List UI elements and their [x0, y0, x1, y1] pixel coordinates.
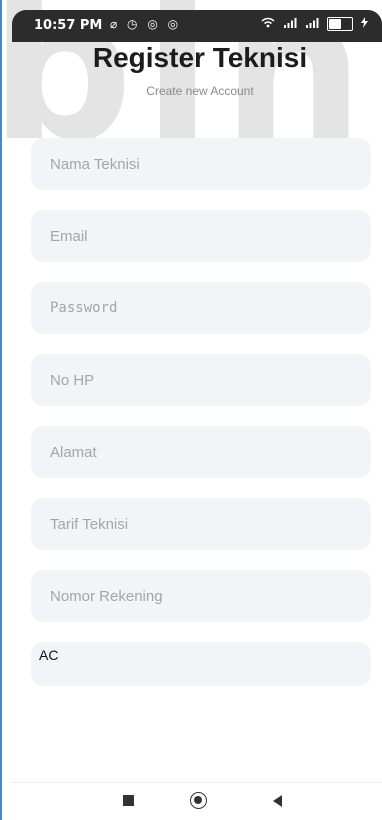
nomor-rekening-field[interactable]: Nomor Rekening: [31, 570, 371, 622]
back-triangle-icon[interactable]: [273, 795, 282, 807]
home-circle-icon[interactable]: [190, 792, 207, 809]
tarif-teknisi-placeholder: Tarif Teknisi: [50, 515, 129, 533]
app-screen: bina 10:57 PM ⌀ ◷ ◎ ◎: [0, 0, 382, 820]
email-field[interactable]: Email: [31, 210, 371, 262]
alamat-placeholder: Alamat: [50, 443, 97, 461]
nomor-rekening-placeholder: Nomor Rekening: [50, 587, 163, 605]
left-edge-border: [0, 0, 2, 820]
navigation-bar: [10, 782, 382, 820]
page-title: Register Teknisi: [92, 42, 308, 73]
battery-level: [329, 19, 341, 29]
password-placeholder: Password: [50, 300, 118, 316]
no-hp-field[interactable]: No HP: [31, 354, 371, 406]
recents-square-icon[interactable]: [123, 795, 134, 806]
status-bar: 10:57 PM ⌀ ◷ ◎ ◎: [12, 10, 382, 42]
signal-icon-secondary: [305, 17, 319, 31]
password-field[interactable]: Password: [31, 282, 371, 334]
status-icons: [261, 17, 368, 31]
nama-teknisi-field[interactable]: Nama Teknisi: [31, 138, 371, 190]
keahlian-value: AC: [39, 647, 59, 663]
wifi-icon: [261, 17, 275, 31]
nama-teknisi-placeholder: Nama Teknisi: [50, 155, 140, 173]
keahlian-dropdown[interactable]: AC: [31, 642, 371, 686]
tarif-teknisi-field[interactable]: Tarif Teknisi: [31, 498, 371, 550]
email-placeholder: Email: [50, 227, 88, 245]
page-subtitle: Create new Account: [146, 84, 254, 98]
status-time: 10:57 PM: [34, 18, 103, 33]
alamat-field[interactable]: Alamat: [31, 426, 371, 478]
battery-icon: [327, 17, 353, 31]
no-hp-placeholder: No HP: [50, 371, 95, 389]
notification-icons: ⌀ ◷ ◎ ◎: [110, 17, 182, 31]
charging-icon: [361, 17, 368, 31]
signal-icon: [283, 17, 297, 31]
